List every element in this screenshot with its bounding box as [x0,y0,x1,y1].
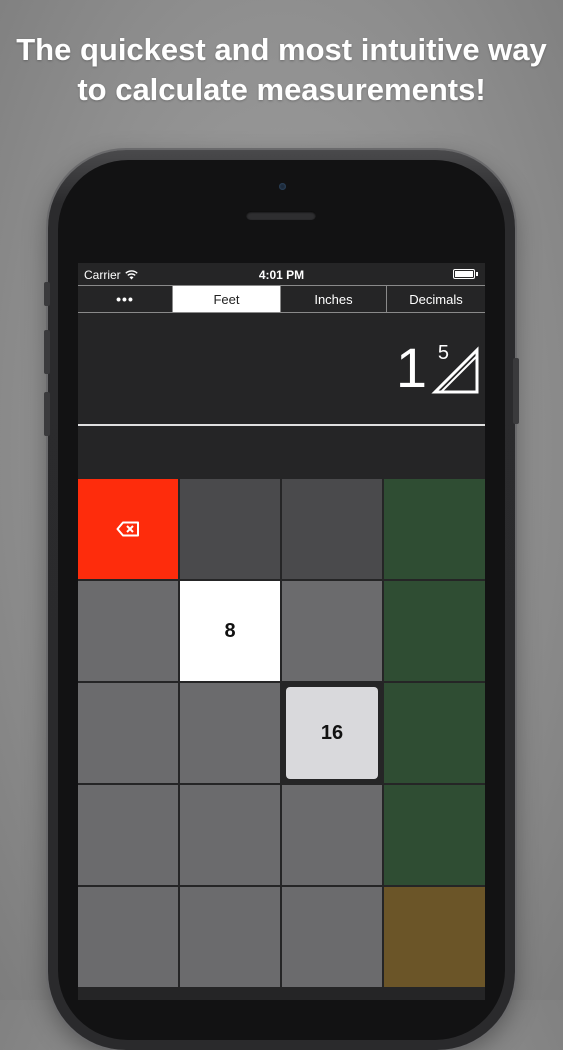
display-whole-number: 1 [395,336,427,399]
display-divider [78,424,485,426]
tab-decimals[interactable]: Decimals [387,286,485,312]
mute-switch [44,282,50,306]
unit-tabs: ••• Feet Inches Decimals [78,285,485,313]
headline: The quickest and most intuitive way to c… [0,30,563,110]
tab-inches[interactable]: Inches [281,286,387,312]
battery-icon [453,269,475,279]
measurement-display: 1 5 [78,314,485,426]
tab-decimals-label: Decimals [409,291,463,307]
volume-down-button [44,392,50,436]
keypad-side-key[interactable] [384,479,485,579]
keypad-side-key[interactable] [384,683,485,783]
keypad-key[interactable] [282,479,382,579]
tab-inches-label: Inches [314,291,353,307]
front-camera [279,183,286,190]
fraction-triangle-icon [431,346,479,394]
keypad-key[interactable] [78,581,178,681]
earpiece-speaker [246,211,316,220]
headline-line-1: The quickest and most intuitive way [16,32,547,67]
power-button [513,358,519,424]
keypad-key[interactable] [78,683,178,783]
keypad-side-key[interactable] [384,887,485,987]
keypad-key[interactable] [180,785,280,885]
key-8[interactable]: 8 [180,581,280,681]
keypad-key[interactable] [78,785,178,885]
more-icon: ••• [116,291,134,307]
volume-up-button [44,330,50,374]
keypad-key[interactable] [78,887,178,987]
backspace-icon [116,521,139,537]
keypad-key[interactable] [282,581,382,681]
tab-feet[interactable]: Feet [173,286,281,312]
backspace-button[interactable] [78,479,178,579]
keypad-side-key[interactable] [384,785,485,885]
keypad-side-key[interactable] [384,581,485,681]
key-16[interactable]: 16 [286,687,378,779]
keypad-key[interactable] [282,887,382,987]
battery-tip [476,272,478,276]
app-screen: Carrier 4:01 PM ••• Feet Inches Decimals… [78,263,485,1000]
keypad-key[interactable] [282,785,382,885]
keypad: 8 16 [78,479,485,1000]
keypad-key[interactable] [180,887,280,987]
key-16-label: 16 [320,721,344,744]
tab-more[interactable]: ••• [78,286,173,312]
key-8-label: 8 [224,619,236,642]
tab-feet-label: Feet [213,291,240,307]
keypad-key[interactable] [180,479,280,579]
status-time: 4:01 PM [258,268,305,282]
keypad-key[interactable] [180,683,280,783]
status-bar: Carrier 4:01 PM [78,263,485,285]
headline-line-2: to calculate measurements! [77,72,486,107]
